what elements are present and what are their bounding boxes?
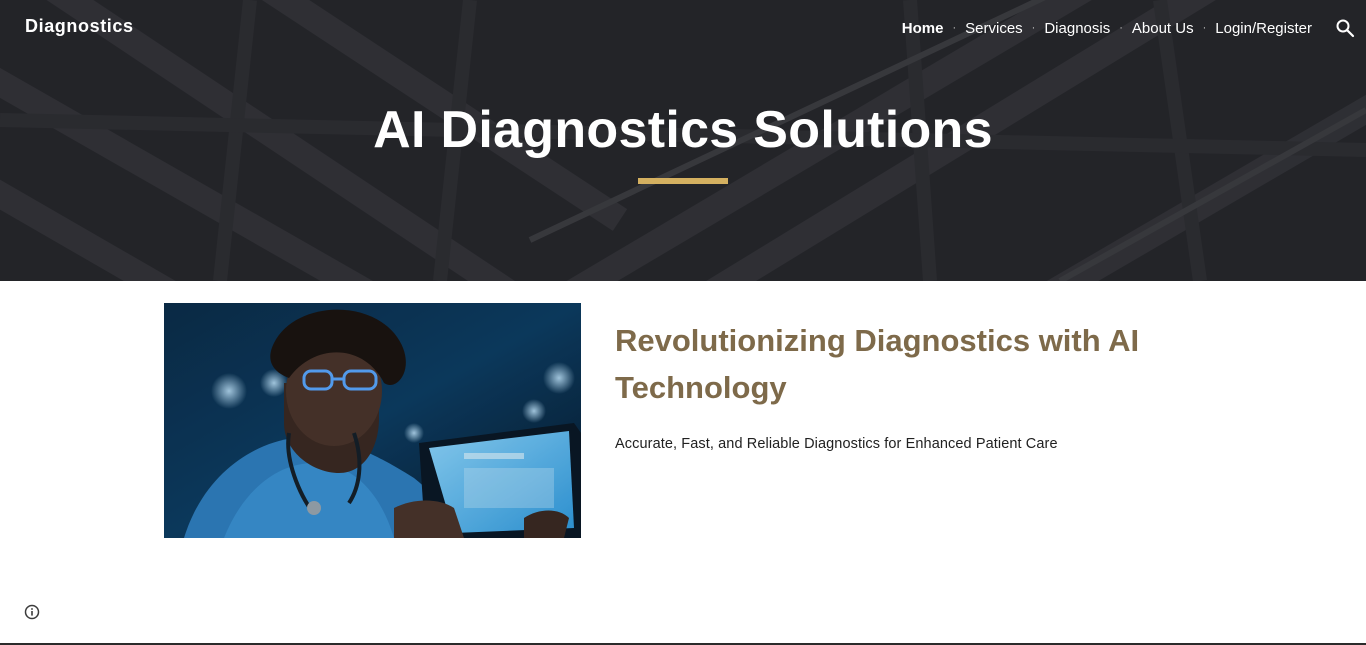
site-title[interactable]: Diagnostics [25, 16, 134, 37]
nav-separator: · [1202, 22, 1207, 34]
nav-item-login-register[interactable]: Login/Register [1215, 20, 1312, 37]
main-nav: Home · Services · Diagnosis · About Us ·… [902, 18, 1312, 38]
doctor-tablet-image [164, 303, 581, 538]
nav-item-diagnosis[interactable]: Diagnosis [1044, 20, 1110, 37]
nav-separator: · [1119, 22, 1123, 34]
hero-title-underline [638, 178, 728, 184]
nav-separator: · [1031, 22, 1036, 34]
nav-item-about-us[interactable]: About Us [1132, 20, 1194, 37]
search-icon[interactable] [1335, 18, 1355, 38]
nav-separator: · [952, 22, 957, 34]
content-subheading: Accurate, Fast, and Reliable Diagnostics… [615, 436, 1058, 452]
info-icon[interactable] [24, 604, 40, 620]
hero-banner: Diagnostics Home · Services · Diagnosis … [0, 0, 1366, 281]
nav-item-services[interactable]: Services [965, 20, 1023, 37]
nav-item-home[interactable]: Home [902, 20, 944, 37]
hero-title: AI Diagnostics Solutions [373, 101, 993, 159]
content-heading: Revolutionizing Diagnostics with AI Tech… [615, 323, 1140, 405]
